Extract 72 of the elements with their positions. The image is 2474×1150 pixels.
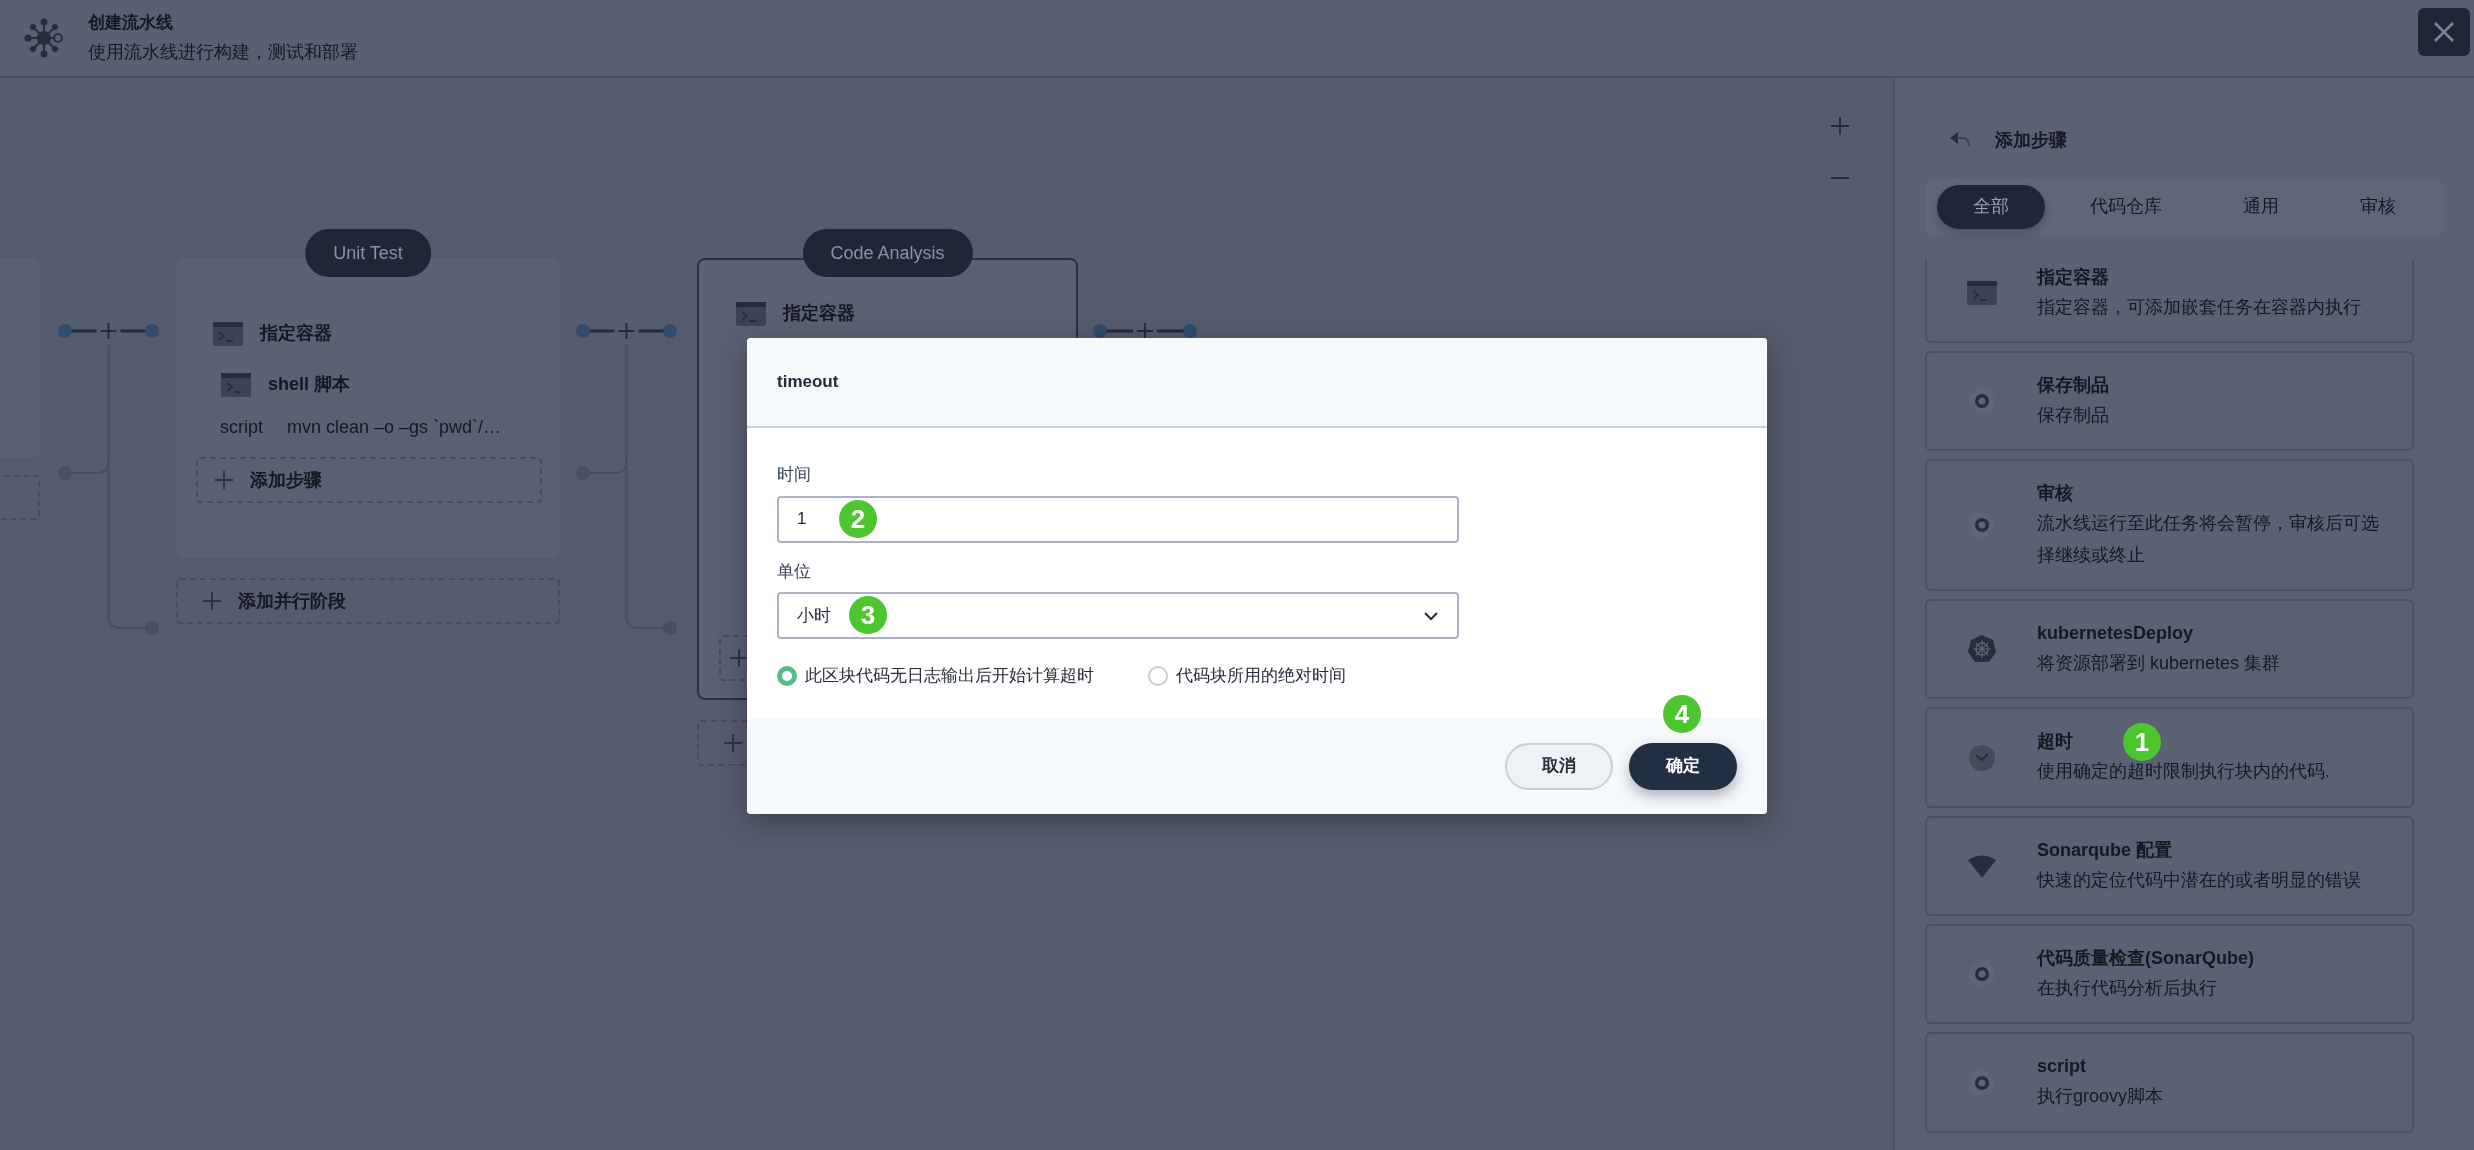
step-type-card[interactable]: 保存制品 保存制品	[1925, 351, 2414, 452]
close-icon	[2433, 21, 2455, 43]
container-title: 指定容器	[260, 322, 332, 345]
category-tab[interactable]: 代码仓库	[2054, 184, 2198, 229]
stage-card[interactable]: 指定容器 shell 脚本 script mvn clean –o –gs `pwd`/… 添加步骤	[176, 258, 560, 558]
radio-label: 此区块代码无日志输出后开始计算超时	[805, 665, 1094, 687]
helm-wheel-icon	[1967, 634, 1997, 665]
check-circle-icon	[1968, 743, 1996, 772]
plus-icon	[729, 648, 749, 668]
zoom-in-icon[interactable]	[1828, 114, 1852, 138]
step-title: shell 脚本	[268, 373, 351, 396]
step-command: mvn clean –o –gs `pwd`/…	[287, 416, 502, 439]
step-type-title: 超时	[2037, 730, 2073, 754]
step-type-title: 保存制品	[2037, 374, 2109, 398]
add-parallel-stage-button[interactable]: 添加并行阶段	[176, 578, 560, 624]
dialog-title: timeout	[777, 371, 839, 394]
step-type-title: 指定容器	[2037, 265, 2109, 289]
radio-button[interactable]	[777, 665, 797, 686]
step-type-description: 执行groovy脚本	[2037, 1085, 2164, 1109]
step-type-card[interactable]: script 执行groovy脚本	[1925, 1032, 2414, 1133]
hub-icon	[24, 18, 64, 58]
step-type-title: script	[2037, 1055, 2087, 1079]
field-label: 单位	[777, 560, 812, 583]
step-type-card[interactable]: Sonarqube 配置 快速的定位代码中潜在的或者明显的错误	[1925, 815, 2414, 917]
terminal-icon	[212, 320, 244, 347]
step-type-title: kubernetesDeploy	[2037, 622, 2194, 646]
category-tab[interactable]: 通用	[2207, 184, 2315, 229]
step-type-description: 在执行代码分析后执行	[2037, 976, 2218, 1000]
page-title: 创建流水线	[88, 11, 174, 34]
radio-label: 代码块所用的绝对时间	[1176, 665, 1346, 687]
step-type-description: 流水线运行至此任务将会暂停，审核后可选择继续或终止	[2037, 512, 2380, 567]
plus-icon	[202, 591, 222, 611]
step-type-card[interactable]: 超时 使用确定的超时限制执行块内的代码. 1	[1925, 707, 2414, 808]
step-type-description: 将资源部署到 kubernetes 集群	[2037, 652, 2281, 675]
field-label: 时间	[777, 464, 812, 486]
category-tab[interactable]: 全部	[1937, 184, 2045, 229]
terminal-icon	[1966, 279, 1998, 306]
chevron-down-icon	[1423, 610, 1439, 621]
unit-dropdown[interactable]: 小时 3	[777, 592, 1459, 639]
add-step-button[interactable]: 添加步骤	[196, 457, 542, 503]
step-type-card[interactable]: 代码质量检查(SonarQube) 在执行代码分析后执行	[1925, 924, 2414, 1025]
step-type-description: 使用确定的超时限制执行块内的代码.	[2037, 760, 2330, 784]
plus-icon	[723, 733, 743, 753]
step-type-card[interactable]: 指定容器 指定容器，可添加嵌套任务在容器内执行	[1925, 258, 2414, 344]
step-type-title: Sonarqube 配置	[2037, 838, 2172, 862]
wifi-wedge-icon	[1967, 853, 1997, 878]
step-number-badge: 3	[849, 596, 887, 634]
radio-button[interactable]	[1148, 665, 1168, 686]
step-number-badge: 1	[2123, 723, 2161, 762]
category-tab[interactable]: 审核	[2324, 184, 2432, 229]
time-input-field[interactable]: 1 2	[777, 495, 1459, 543]
step-type-title: 审核	[2037, 482, 2073, 506]
page-subtitle: 使用流水线进行构建，测试和部署	[88, 41, 358, 65]
stage-name[interactable]: Unit Test	[305, 229, 431, 277]
confirm-button[interactable]: 确定	[1629, 742, 1737, 790]
step-key: script	[220, 414, 263, 441]
close-button[interactable]	[2418, 8, 2470, 56]
step-type-description: 快速的定位代码中潜在的或者明显的错误	[2037, 868, 2361, 892]
step-type-card[interactable]: kubernetesDeploy 将资源部署到 kubernetes 集群	[1925, 599, 2414, 700]
step-number-badge: 2	[839, 499, 877, 538]
step-type-description: 保存制品	[2037, 403, 2109, 427]
terminal-icon	[220, 371, 252, 398]
step-type-description: 指定容器，可添加嵌套任务在容器内执行	[2037, 295, 2361, 319]
stage-name[interactable]: Code Analysis	[802, 229, 973, 277]
container-title: 指定容器	[783, 302, 855, 325]
step-type-card[interactable]: 审核 流水线运行至此任务将会暂停，审核后可选择继续或终止	[1925, 459, 2414, 592]
step-type-title: 代码质量检查(SonarQube)	[2037, 947, 2254, 971]
terminal-icon	[735, 300, 767, 327]
panel-title: 添加步骤	[1995, 129, 2067, 152]
step-number-badge: 4	[1663, 694, 1701, 733]
cancel-button[interactable]: 取消	[1505, 742, 1613, 790]
plus-icon	[214, 470, 234, 490]
